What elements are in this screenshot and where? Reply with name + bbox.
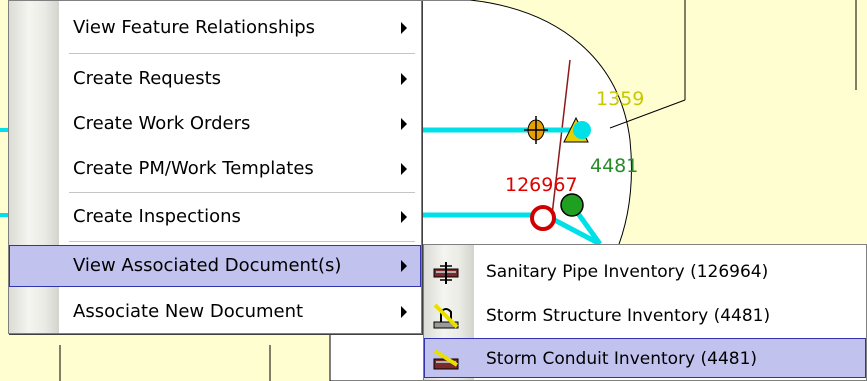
menu-item-label: Create Work Orders (73, 113, 251, 134)
menu-item-label: Create Inspections (73, 206, 241, 227)
menu-separator (69, 53, 415, 55)
submenu-arrow-icon (401, 73, 407, 85)
submenu-arrow-icon (401, 306, 407, 318)
menu-item-view-feature-relationships[interactable]: View Feature Relationships (9, 6, 421, 50)
menu-item-associate-new-document[interactable]: Associate New Document (9, 290, 421, 334)
submenu-arrow-icon (401, 260, 407, 272)
menu-item-view-associated-documents[interactable]: View Associated Document(s) (9, 245, 421, 287)
label-1359: 1359 (596, 88, 645, 110)
storm-conduit-icon (433, 349, 459, 370)
menu-item-label: Create Requests (73, 68, 222, 89)
menu-item-label: View Feature Relationships (73, 17, 316, 38)
menu-item-create-pm-work-templates[interactable]: Create PM/Work Templates (9, 147, 421, 191)
menu-item-label: Associate New Document (73, 301, 304, 322)
submenu-item-label: Storm Structure Inventory (4481) (486, 306, 771, 326)
manhole-red[interactable] (530, 205, 556, 231)
menu-separator (69, 241, 415, 243)
menu-item-create-requests[interactable]: Create Requests (9, 57, 421, 101)
submenu-arrow-icon (401, 211, 407, 223)
menu-item-create-work-orders[interactable]: Create Work Orders (9, 102, 421, 146)
documents-submenu: Sanitary Pipe Inventory (126964) Storm S… (423, 244, 867, 381)
submenu-item-label: Sanitary Pipe Inventory (126964) (486, 262, 769, 282)
sanitary-pipe-icon (433, 262, 459, 284)
submenu-arrow-icon (401, 163, 407, 175)
submenu-item-sanitary-pipe-inventory[interactable]: Sanitary Pipe Inventory (126964) (424, 250, 866, 294)
storm-structure-icon (433, 303, 459, 329)
menu-item-label: Create PM/Work Templates (73, 158, 314, 179)
submenu-arrow-icon (401, 22, 407, 34)
label-4481: 4481 (590, 155, 639, 177)
context-menu: View Feature Relationships Create Reques… (8, 0, 422, 334)
manhole-cyan[interactable] (573, 121, 591, 139)
submenu-item-label: Storm Conduit Inventory (4481) (486, 349, 758, 369)
submenu-item-storm-structure-inventory[interactable]: Storm Structure Inventory (4481) (424, 294, 866, 338)
submenu-item-storm-conduit-inventory[interactable]: Storm Conduit Inventory (4481) (424, 338, 866, 378)
label-126967: 126967 (505, 174, 578, 196)
manhole-green[interactable] (560, 193, 584, 217)
menu-separator (69, 192, 415, 194)
menu-item-label: View Associated Document(s) (73, 255, 342, 276)
submenu-arrow-icon (401, 118, 407, 130)
menu-item-create-inspections[interactable]: Create Inspections (9, 195, 421, 239)
